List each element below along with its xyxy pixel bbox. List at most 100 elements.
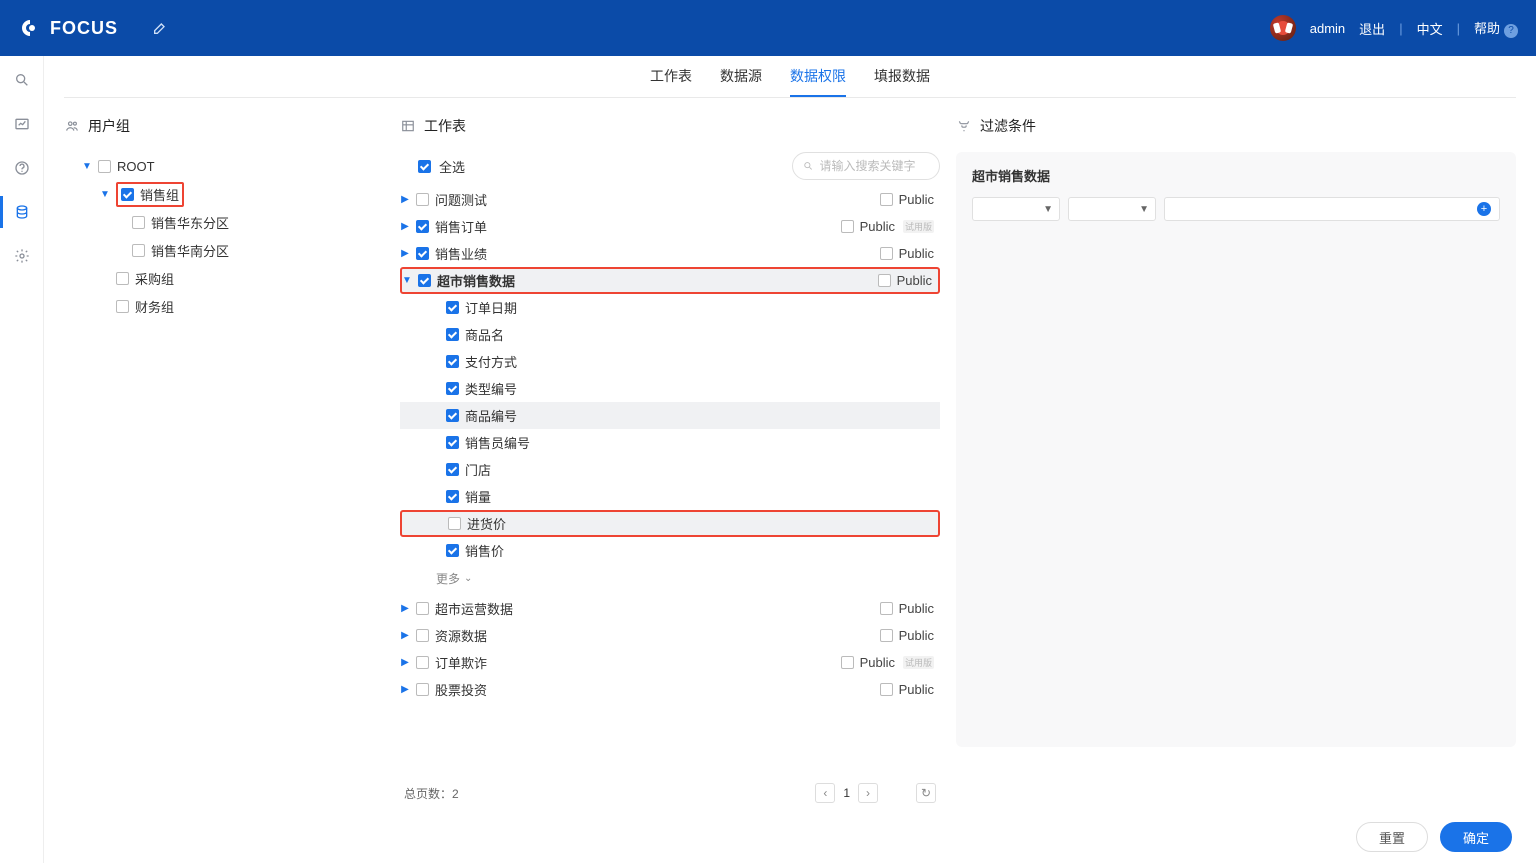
filter-value-input[interactable]: + [1164, 197, 1500, 221]
checkbox[interactable] [132, 216, 145, 229]
select-all-checkbox[interactable] [418, 160, 431, 173]
add-filter-button[interactable]: + [1477, 202, 1491, 216]
table-row[interactable]: ▶门店 [400, 456, 940, 483]
user-tree-item[interactable]: ▶销售华东分区 [64, 208, 384, 236]
checkbox[interactable] [416, 193, 429, 206]
public-label: Public [899, 192, 934, 207]
table-row[interactable]: ▶订单日期 [400, 294, 940, 321]
table-row[interactable]: ▶股票投资Public [400, 676, 940, 703]
tab-填报数据[interactable]: 填报数据 [874, 56, 930, 97]
caret-icon[interactable]: ▶ [400, 248, 410, 259]
public-checkbox[interactable] [878, 274, 891, 287]
user-tree-item[interactable]: ▼销售组 [64, 180, 384, 208]
filter-op-select[interactable]: ▼ [1068, 197, 1156, 221]
caret-icon[interactable]: ▶ [400, 603, 410, 614]
user-tree-item[interactable]: ▼ROOT [64, 152, 384, 180]
select-all[interactable]: 全选 [400, 157, 465, 176]
table-row[interactable]: ▶类型编号 [400, 375, 940, 402]
checkbox[interactable] [416, 629, 429, 642]
user-tree-item[interactable]: ▶财务组 [64, 292, 384, 320]
checkbox[interactable] [416, 247, 429, 260]
public-checkbox[interactable] [880, 602, 893, 615]
edit-pencil-button[interactable] [146, 14, 174, 42]
caret-icon[interactable]: ▶ [400, 684, 410, 695]
checkbox[interactable] [116, 272, 129, 285]
tab-数据源[interactable]: 数据源 [720, 56, 762, 97]
table-row[interactable]: ▶销售员编号 [400, 429, 940, 456]
table-row[interactable]: ▶问题测试Public [400, 186, 940, 213]
prev-page-button[interactable]: ‹ [815, 783, 835, 803]
caret-icon[interactable]: ▶ [400, 221, 410, 232]
username[interactable]: admin [1310, 21, 1345, 36]
filter-condition-row: ▼ ▼ + [972, 197, 1500, 221]
checkbox[interactable] [446, 382, 459, 395]
table-row[interactable]: ▶销售价 [400, 537, 940, 564]
help-link[interactable]: 帮助? [1474, 18, 1518, 38]
checkbox[interactable] [446, 544, 459, 557]
tab-数据权限[interactable]: 数据权限 [790, 56, 846, 97]
checkbox[interactable] [416, 602, 429, 615]
dashboard-icon[interactable] [12, 114, 32, 134]
reset-button[interactable]: 重置 [1356, 822, 1428, 852]
checkbox[interactable] [132, 244, 145, 257]
caret-icon[interactable]: ▶ [400, 630, 410, 641]
filter-field-select[interactable]: ▼ [972, 197, 1060, 221]
checkbox[interactable] [446, 301, 459, 314]
table-row[interactable]: ▶销售订单Public试用版 [400, 213, 940, 240]
settings-icon[interactable] [12, 246, 32, 266]
checkbox[interactable] [446, 463, 459, 476]
user-tree-item[interactable]: ▶采购组 [64, 264, 384, 292]
checkbox[interactable] [446, 409, 459, 422]
tables-search[interactable] [792, 152, 940, 180]
table-row[interactable]: ▶订单欺诈Public试用版 [400, 649, 940, 676]
data-manage-icon[interactable] [12, 202, 32, 222]
public-checkbox[interactable] [880, 629, 893, 642]
next-page-button[interactable]: › [858, 783, 878, 803]
checkbox[interactable] [416, 656, 429, 669]
table-row[interactable]: ▶销售业绩Public [400, 240, 940, 267]
table-row[interactable]: ▶支付方式 [400, 348, 940, 375]
table-label: 订单欺诈 [435, 653, 487, 672]
search-icon[interactable] [12, 70, 32, 90]
checkbox[interactable] [416, 220, 429, 233]
checkbox[interactable] [446, 490, 459, 503]
avatar[interactable] [1270, 15, 1296, 41]
checkbox[interactable] [446, 355, 459, 368]
tab-工作表[interactable]: 工作表 [650, 56, 692, 97]
public-checkbox[interactable] [841, 220, 854, 233]
logout-link[interactable]: 退出 [1359, 19, 1385, 38]
checkbox[interactable] [416, 683, 429, 696]
checkbox[interactable] [116, 300, 129, 313]
checkbox[interactable] [98, 160, 111, 173]
table-label: 销量 [465, 487, 491, 506]
refresh-button[interactable]: ↻ [916, 783, 936, 803]
table-list: ▶问题测试Public▶销售订单Public试用版▶销售业绩Public▼超市销… [400, 186, 940, 773]
caret-icon[interactable]: ▶ [400, 194, 410, 205]
checkbox[interactable] [448, 517, 461, 530]
checkbox[interactable] [418, 274, 431, 287]
table-row[interactable]: ▶商品编号 [400, 402, 940, 429]
table-row[interactable]: ▶资源数据Public [400, 622, 940, 649]
lang-switch[interactable]: 中文 [1417, 19, 1443, 38]
checkbox[interactable] [121, 188, 134, 201]
caret-icon[interactable]: ▼ [82, 161, 92, 172]
user-tree-item[interactable]: ▶销售华南分区 [64, 236, 384, 264]
table-row[interactable]: ▶销量 [400, 483, 940, 510]
caret-icon[interactable]: ▶ [400, 657, 410, 668]
table-row[interactable]: ▶商品名 [400, 321, 940, 348]
checkbox[interactable] [446, 328, 459, 341]
table-row[interactable]: ▶超市运营数据Public [400, 595, 940, 622]
checkbox[interactable] [446, 436, 459, 449]
public-checkbox[interactable] [841, 656, 854, 669]
table-row[interactable]: ▶进货价 [400, 510, 940, 537]
public-checkbox[interactable] [880, 193, 893, 206]
table-row[interactable]: ▼超市销售数据Public [400, 267, 940, 294]
caret-icon[interactable]: ▼ [402, 275, 412, 286]
confirm-button[interactable]: 确定 [1440, 822, 1512, 852]
public-checkbox[interactable] [880, 683, 893, 696]
public-checkbox[interactable] [880, 247, 893, 260]
question-icon[interactable] [12, 158, 32, 178]
more-link[interactable]: 更多⌄ [400, 570, 940, 587]
search-input[interactable] [819, 159, 929, 173]
caret-icon[interactable]: ▼ [100, 189, 110, 200]
